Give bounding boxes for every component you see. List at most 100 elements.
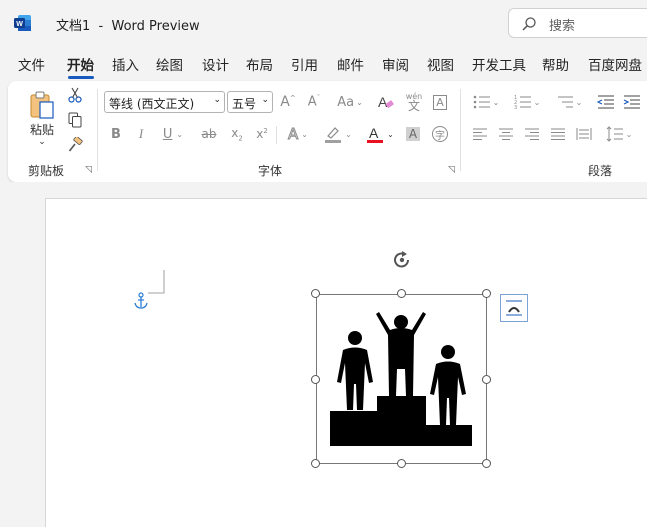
enclose-characters-icon: 字 xyxy=(432,126,448,142)
cut-button[interactable] xyxy=(66,86,84,104)
clipboard-group-label: 剪贴板 xyxy=(28,164,65,178)
layout-options-button[interactable] xyxy=(500,294,528,322)
resize-handle-right[interactable] xyxy=(482,375,491,384)
strikethrough-icon: ab xyxy=(201,127,217,141)
font-name-value: 等线 (西文正文) xyxy=(109,97,195,111)
chevron-down-icon: ⌄ xyxy=(492,97,500,107)
resize-handle-bottom-left[interactable] xyxy=(311,459,320,468)
bullet-list-icon xyxy=(473,95,490,109)
tab-view[interactable]: 视图 xyxy=(427,54,454,74)
change-case-button[interactable]: Aa ⌄ xyxy=(333,92,367,112)
italic-button[interactable]: I xyxy=(133,124,149,144)
character-border-button[interactable]: A xyxy=(430,92,450,112)
bullets-button[interactable]: ⌄ xyxy=(470,92,502,112)
line-spacing-button[interactable]: ⌄ xyxy=(602,124,636,144)
chevron-down-icon: ⌄ xyxy=(533,97,541,107)
superscript-icon: x2 xyxy=(256,127,268,141)
ribbon-home: 粘贴 ⌄ 剪贴板 ◹ 等线 (西文正文) ⌄ 五号 ⌄ A^ Aˇ Aa ⌄ A… xyxy=(8,81,647,182)
resize-handle-bottom-right[interactable] xyxy=(482,459,491,468)
paragraph-group-label: 段落 xyxy=(588,164,613,178)
paste-label: 粘贴 xyxy=(29,123,54,137)
increase-indent-button[interactable] xyxy=(622,92,642,112)
svg-text:W: W xyxy=(16,21,23,28)
font-dialog-launcher-icon[interactable]: ◹ xyxy=(448,165,455,175)
layout-options-icon xyxy=(506,300,522,316)
tab-draw[interactable]: 绘图 xyxy=(156,54,183,74)
tab-mailings[interactable]: 邮件 xyxy=(337,54,364,74)
distributed-icon xyxy=(576,128,592,140)
tab-insert[interactable]: 插入 xyxy=(112,54,139,74)
tab-baidu-netdisk[interactable]: 百度网盘 xyxy=(588,54,642,74)
clear-formatting-button[interactable]: A xyxy=(376,92,396,112)
highlight-color-button[interactable]: ⌄ xyxy=(322,124,354,144)
align-right-button[interactable] xyxy=(522,124,542,144)
character-border-icon: A xyxy=(433,94,447,110)
clipboard-dialog-launcher-icon[interactable]: ◹ xyxy=(85,165,92,175)
grow-font-button[interactable]: A^ xyxy=(278,92,298,112)
copy-icon xyxy=(68,112,82,128)
resize-handle-top-right[interactable] xyxy=(482,289,491,298)
tab-references[interactable]: 引用 xyxy=(291,54,318,74)
justify-button[interactable] xyxy=(548,124,568,144)
tab-review[interactable]: 审阅 xyxy=(382,54,409,74)
tab-help[interactable]: 帮助 xyxy=(542,54,569,74)
enclose-characters-button[interactable]: 字 xyxy=(430,124,450,144)
resize-handle-top[interactable] xyxy=(397,289,406,298)
text-effects-icon: A xyxy=(288,125,299,144)
distributed-button[interactable] xyxy=(574,124,594,144)
chevron-down-icon: ⌄ xyxy=(387,129,394,139)
resize-handle-top-left[interactable] xyxy=(311,289,320,298)
phonetic-guide-icon: 文 xyxy=(407,99,420,113)
font-color-icon: A xyxy=(367,125,384,143)
font-name-combo[interactable]: 等线 (西文正文) ⌄ xyxy=(104,91,225,113)
resize-handle-bottom[interactable] xyxy=(397,459,406,468)
copy-button[interactable] xyxy=(66,111,84,129)
podium-winners-icon[interactable] xyxy=(322,300,481,458)
chevron-down-icon: ⌄ xyxy=(301,129,308,139)
resize-handle-left[interactable] xyxy=(311,375,320,384)
tab-developer[interactable]: 开发工具 xyxy=(472,54,526,74)
tab-home[interactable]: 开始 xyxy=(67,54,94,74)
subscript-button[interactable]: x2 xyxy=(228,124,246,144)
tab-file[interactable]: 文件 xyxy=(18,54,45,74)
character-shading-button[interactable]: A xyxy=(404,124,422,144)
bold-button[interactable]: B xyxy=(108,124,124,144)
word-icon: W xyxy=(14,15,31,31)
character-shading-icon: A xyxy=(405,127,421,141)
rotate-handle-icon[interactable] xyxy=(391,249,413,271)
highlighter-icon xyxy=(325,127,342,143)
phonetic-guide-button[interactable]: wén 文 xyxy=(403,90,425,114)
align-left-button[interactable] xyxy=(470,124,490,144)
chevron-down-icon: ⌄ xyxy=(575,97,583,107)
decrease-indent-icon xyxy=(597,95,614,109)
numbering-button[interactable]: 1 2 3 ⌄ xyxy=(510,92,544,112)
clear-formatting-icon: A xyxy=(378,94,394,110)
ribbon-tabs: 文件 开始 插入 绘图 设计 布局 引用 邮件 审阅 视图 开发工具 帮助 百度… xyxy=(0,50,647,78)
align-center-button[interactable] xyxy=(496,124,516,144)
search-placeholder: 搜索 xyxy=(549,19,576,34)
svg-text:3: 3 xyxy=(514,105,517,110)
paste-button[interactable]: 粘贴 ⌄ xyxy=(22,87,62,149)
anchor-icon[interactable] xyxy=(133,292,149,310)
chevron-down-icon: ⌄ xyxy=(625,129,633,139)
underline-button[interactable]: U ⌄ xyxy=(158,124,188,144)
tab-design[interactable]: 设计 xyxy=(202,54,229,74)
superscript-button[interactable]: x2 xyxy=(253,124,271,144)
format-painter-button[interactable] xyxy=(66,136,84,154)
font-color-button[interactable]: A ⌄ xyxy=(364,123,396,145)
shrink-font-button[interactable]: Aˇ xyxy=(304,92,324,112)
search-icon xyxy=(522,17,536,31)
font-size-combo[interactable]: 五号 ⌄ xyxy=(227,91,273,113)
strikethrough-button[interactable]: ab xyxy=(199,124,219,144)
multilevel-list-button[interactable]: ⌄ xyxy=(552,92,586,112)
tab-layout[interactable]: 布局 xyxy=(246,54,273,74)
group-separator xyxy=(276,126,277,144)
text-effects-button[interactable]: A ⌄ xyxy=(282,124,314,144)
format-painter-icon xyxy=(68,137,83,152)
search-box[interactable]: 搜索 xyxy=(508,8,647,38)
align-right-icon xyxy=(525,128,539,140)
increase-indent-icon xyxy=(623,95,640,109)
italic-icon: I xyxy=(138,126,144,141)
decrease-indent-button[interactable] xyxy=(596,92,616,112)
align-left-icon xyxy=(473,128,487,140)
